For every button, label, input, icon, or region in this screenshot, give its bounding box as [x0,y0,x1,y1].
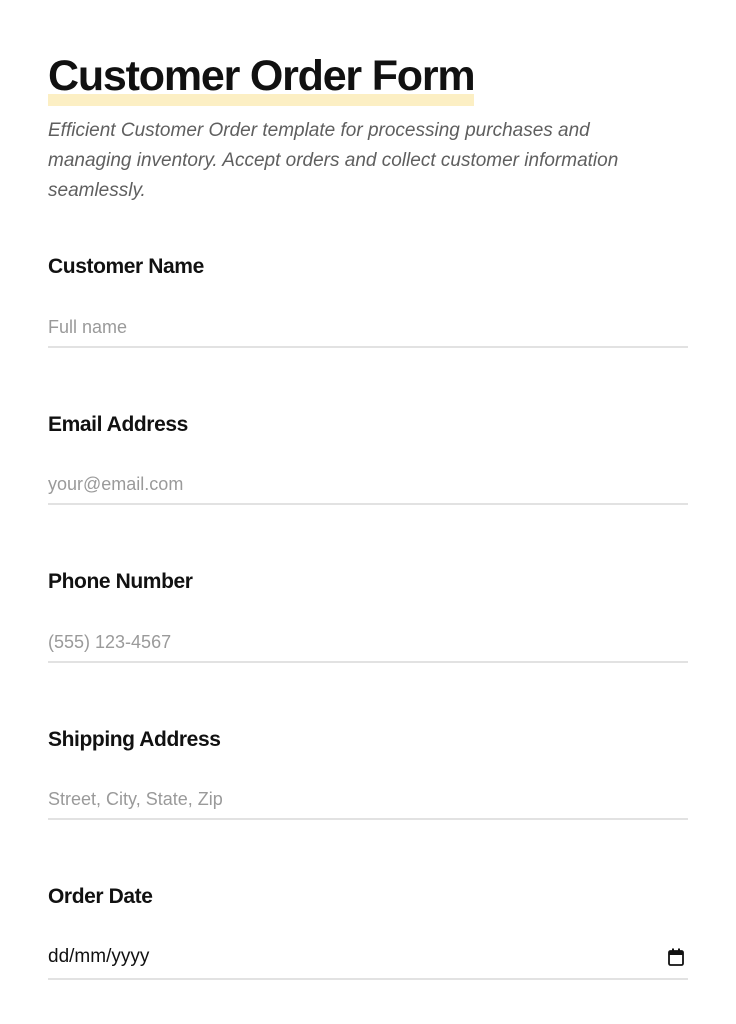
email-input[interactable] [48,465,688,505]
title-wrapper: Customer Order Form [48,52,476,106]
order-date-field: Order Date dd/mm/yyyy [48,884,688,980]
email-label: Email Address [48,413,188,436]
phone-input[interactable] [48,623,688,663]
order-date-label: Order Date [48,885,153,908]
calendar-icon[interactable] [668,948,684,966]
customer-name-label: Customer Name [48,255,204,278]
order-date-input[interactable]: dd/mm/yyyy [48,938,688,980]
order-form-page: Customer Order Form Efficient Customer O… [0,0,736,1024]
phone-label: Phone Number [48,570,193,593]
form-description: Efficient Customer Order template for pr… [48,120,619,201]
customer-name-field: Customer Name [48,254,688,348]
phone-field: Phone Number [48,569,688,663]
customer-name-input[interactable] [48,308,688,348]
shipping-address-label: Shipping Address [48,728,221,751]
order-date-value: dd/mm/yyyy [48,946,150,967]
shipping-address-field: Shipping Address [48,727,688,820]
page-title: Customer Order Form [48,52,476,100]
shipping-address-input[interactable] [48,780,688,820]
email-field: Email Address [48,412,688,505]
